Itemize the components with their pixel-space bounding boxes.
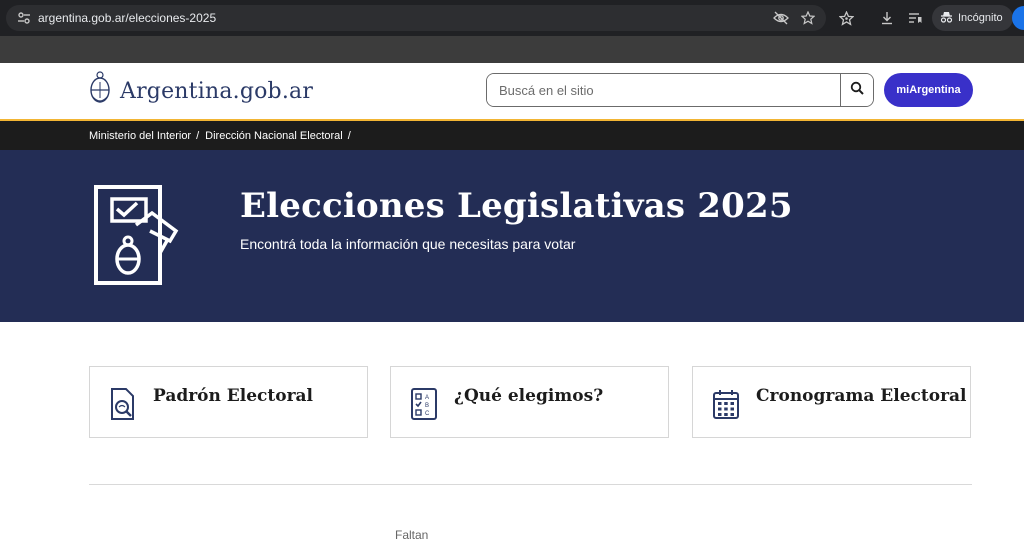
breadcrumb-separator: / bbox=[347, 129, 351, 142]
svg-text:A: A bbox=[425, 395, 429, 401]
search-button[interactable] bbox=[840, 74, 873, 106]
browser-chrome: argentina.gob.ar/elecciones-2025 Incógni… bbox=[0, 0, 1024, 63]
logo-text: Argentina.gob.ar bbox=[120, 78, 314, 104]
svg-text:C: C bbox=[425, 411, 430, 417]
incognito-badge[interactable]: Incógnito bbox=[932, 5, 1013, 31]
svg-text:B: B bbox=[425, 403, 429, 409]
coat-of-arms-icon bbox=[88, 70, 112, 113]
search-box bbox=[486, 73, 874, 107]
mi-argentina-button[interactable]: miArgentina bbox=[884, 73, 973, 107]
card-label: Padrón Electoral bbox=[153, 386, 314, 406]
reading-list-icon[interactable] bbox=[903, 6, 927, 30]
incognito-label: Incógnito bbox=[958, 12, 1003, 24]
eye-off-icon[interactable] bbox=[770, 5, 792, 31]
page-subtitle: Encontrá toda la información que necesit… bbox=[240, 236, 576, 252]
search-icon bbox=[850, 81, 864, 100]
breadcrumb-item-direccion[interactable]: Dirección Nacional Electoral bbox=[205, 130, 343, 142]
hero-banner: Elecciones Legislativas 2025 Encontrá to… bbox=[0, 150, 1024, 322]
breadcrumb: Ministerio del Interior / Dirección Naci… bbox=[89, 121, 357, 150]
tune-icon[interactable] bbox=[14, 5, 34, 31]
star-icon[interactable] bbox=[797, 5, 819, 31]
checklist-icon: A B C bbox=[409, 387, 439, 421]
card-cronograma-electoral[interactable]: Cronograma Electoral bbox=[692, 366, 971, 438]
document-search-icon bbox=[108, 387, 138, 421]
bookmark-star-icon[interactable] bbox=[834, 6, 858, 30]
incognito-icon bbox=[940, 11, 953, 26]
breadcrumb-bar: Ministerio del Interior / Dirección Naci… bbox=[0, 121, 1024, 150]
card-padron-electoral[interactable]: Padrón Electoral bbox=[89, 366, 368, 438]
card-label: Cronograma Electoral bbox=[756, 386, 967, 406]
section-divider bbox=[89, 484, 972, 485]
card-label: ¿Qué elegimos? bbox=[454, 386, 604, 406]
address-bar[interactable]: argentina.gob.ar/elecciones-2025 bbox=[6, 5, 826, 31]
breadcrumb-item-ministerio[interactable]: Ministerio del Interior bbox=[89, 130, 191, 142]
ballot-box-icon bbox=[90, 183, 186, 289]
search-input[interactable] bbox=[487, 74, 841, 106]
download-icon[interactable] bbox=[875, 6, 899, 30]
countdown-label: Faltan bbox=[395, 528, 429, 542]
site-logo[interactable]: Argentina.gob.ar bbox=[88, 70, 314, 113]
page-title: Elecciones Legislativas 2025 bbox=[240, 186, 793, 226]
site-header: Argentina.gob.ar miArgentina bbox=[0, 63, 1024, 119]
breadcrumb-separator: / bbox=[196, 129, 200, 142]
url-text[interactable]: argentina.gob.ar/elecciones-2025 bbox=[38, 5, 216, 31]
calendar-icon bbox=[711, 387, 741, 421]
card-que-elegimos[interactable]: A B C ¿Qué elegimos? bbox=[390, 366, 669, 438]
